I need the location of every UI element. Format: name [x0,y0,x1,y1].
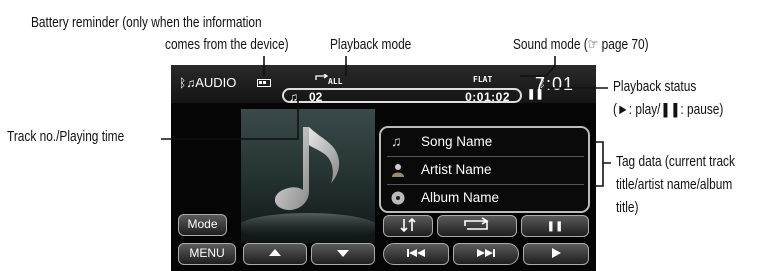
scroll-up-button[interactable] [243,243,307,265]
playback-status-callout-line1: Playback status [613,79,697,95]
playing-time: 0:01:02 [465,90,510,104]
battery-icon [257,79,271,87]
artist-name: Artist Name [421,162,492,177]
random-button[interactable] [383,215,433,237]
menu-button[interactable]: MENU [178,243,236,265]
battery-reminder-callout-line2: comes from the device) [165,37,289,53]
mode-button[interactable]: Mode [178,214,227,236]
repeat-button[interactable] [437,215,517,237]
previous-track-icon [407,249,425,257]
scroll-down-button[interactable] [311,243,375,265]
source-indicator: ᛒ♫AUDIO [179,75,236,90]
sound-mode-indicator: FLAT [473,75,493,84]
random-icon [400,217,416,233]
song-name: Song Name [421,134,493,149]
bluetooth-icon: ᛒ [539,78,546,90]
music-note-icon: ♫ [186,76,196,90]
playback-mode-callout: Playback mode [330,37,412,53]
previous-track-button[interactable] [383,243,449,265]
album-name: Album Name [421,190,500,205]
pause-button[interactable]: ❚❚ [521,215,589,237]
tag-data-callout-line2: title/artist name/album [616,177,733,193]
tag-data-callout-line1: Tag data (current track [616,154,735,170]
pause-icon: ❚❚ [546,221,564,232]
repeat-button-icon [464,217,489,230]
playback-mode-indicator: ALL [328,77,343,86]
music-note-artwork-icon [241,127,375,241]
album-disc-icon [391,191,405,205]
sound-mode-callout: Sound mode (☞ page 70) [513,37,649,53]
play-icon [552,248,561,258]
car-audio-screen: ᛒ♫AUDIO ALL FLAT 7:01 ♫ 02 0:01:02 ❚❚ ᛒ [171,65,596,271]
song-row: ♫ Song Name [387,129,584,155]
down-arrow-icon [337,250,349,257]
next-track-icon [477,249,495,257]
next-track-button[interactable] [453,243,519,265]
music-note-icon: ♫ [391,133,402,149]
battery-reminder-callout-line1: Battery reminder (only when the informat… [31,15,262,31]
track-no-playing-time-callout: Track no./Playing time [7,129,125,145]
artist-icon [391,163,405,177]
artist-row: Artist Name [387,157,584,183]
music-note-icon: ♫ [289,90,298,104]
play-button[interactable] [523,243,589,265]
album-row: Album Name [387,185,584,211]
track-number: 02 [309,90,323,104]
up-arrow-icon [269,249,281,256]
album-art [241,109,375,243]
playback-status-callout-line2: (►: play/❚❚: pause) [613,102,724,118]
source-label: AUDIO [195,75,237,90]
track-time-display: ♫ 02 0:01:02 [282,88,522,104]
tag-data-callout-line3: title) [616,200,639,216]
tag-data-panel: ♫ Song Name Artist Name Album Name [379,126,590,213]
playback-status-pause-icon: ❚❚ [527,89,544,100]
